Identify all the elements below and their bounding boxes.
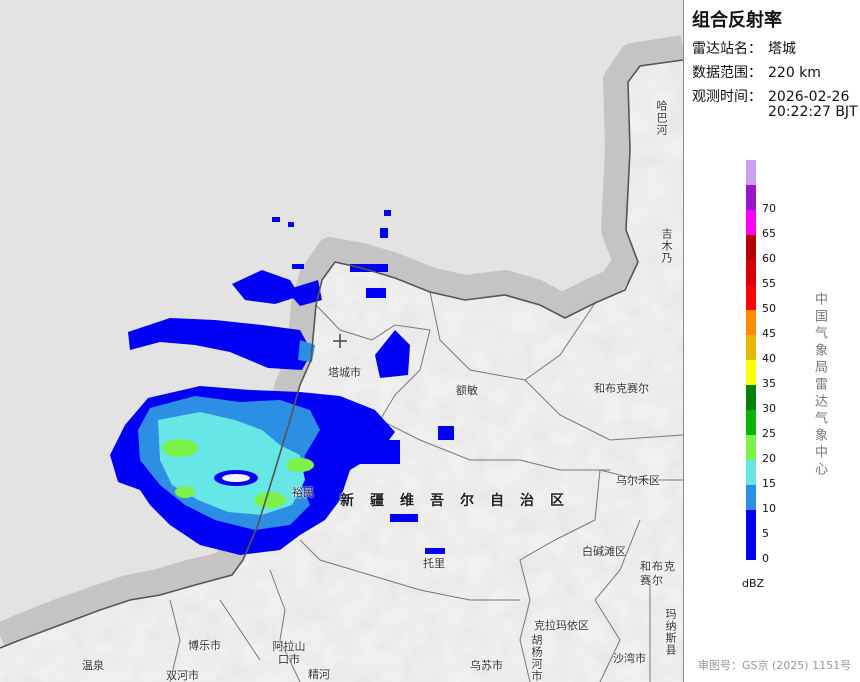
place-emin: 额敏 xyxy=(456,384,478,397)
product-title: 组合反射率 xyxy=(692,10,782,31)
legend-tick-65: 65 xyxy=(762,227,776,240)
legend-swatch-15 xyxy=(746,460,756,485)
map-approval-number: 审图号：GS京 (2025) 1151号 xyxy=(698,659,852,672)
time-clock: 20:22:27 BJT xyxy=(768,104,858,120)
place-bole: 博乐市 xyxy=(188,639,221,652)
place-baijiantan: 白碱滩区 xyxy=(582,545,626,558)
legend-swatch-35 xyxy=(746,360,756,385)
legend-tick-20: 20 xyxy=(762,452,776,465)
legend-tick-35: 35 xyxy=(762,377,776,390)
station-label: 雷达站名： xyxy=(692,41,762,57)
place-yumin: 裕民 xyxy=(292,486,314,499)
legend-tick-30: 30 xyxy=(762,402,776,415)
legend-swatch-70 xyxy=(746,185,756,210)
place-tacheng: 塔城市 xyxy=(328,366,361,379)
station-row: 雷达站名： 塔城 xyxy=(692,38,796,58)
place-wenquan: 温泉 xyxy=(82,659,104,672)
place-jimunai: 吉木乃 xyxy=(660,228,673,264)
legend-tick-60: 60 xyxy=(762,252,776,265)
legend-swatch-65 xyxy=(746,210,756,235)
legend-swatch-50 xyxy=(746,285,756,310)
legend-unit: dBZ xyxy=(742,577,765,590)
legend-tick-50: 50 xyxy=(762,302,776,315)
place-jinghe: 精河 xyxy=(308,668,330,681)
place-tuoli: 托里 xyxy=(423,557,445,570)
legend-swatch-30 xyxy=(746,385,756,410)
legend-swatch-20 xyxy=(746,435,756,460)
legend-swatch-5 xyxy=(746,510,756,535)
agency-label: 中国气象局雷达气象中心 xyxy=(812,292,827,479)
legend-swatch-55 xyxy=(746,260,756,285)
legend-tick-15: 15 xyxy=(762,477,776,490)
place-shuanghe: 双河市 xyxy=(166,669,199,682)
place-hutubi: 胡杨河市 xyxy=(530,634,543,682)
place-alashankou: 阿拉山口市 xyxy=(272,640,306,666)
legend-tick-40: 40 xyxy=(762,352,776,365)
place-manas: 玛纳斯县 xyxy=(664,608,677,656)
place-wuerhe: 乌尔禾区 xyxy=(616,474,660,487)
place-hoboksar: 和布克赛尔 xyxy=(594,382,649,395)
range-row: 数据范围： 220 km xyxy=(692,62,821,82)
legend-swatch-0 xyxy=(746,535,756,560)
place-hoboksar-2: 和布克赛尔 xyxy=(640,560,676,587)
range-value: 220 km xyxy=(768,65,821,81)
legend-tick-55: 55 xyxy=(762,277,776,290)
place-karamay: 克拉玛依区 xyxy=(534,619,589,632)
time-label: 观测时间： xyxy=(692,89,762,105)
legend-swatch-10 xyxy=(746,485,756,510)
place-habahe: 哈巴河 xyxy=(655,100,668,136)
station-value: 塔城 xyxy=(768,41,796,57)
legend-tick-10: 10 xyxy=(762,502,776,515)
place-shawan: 沙湾市 xyxy=(613,652,646,665)
legend-tick-0: 0 xyxy=(762,552,769,565)
radar-map[interactable]: 塔城市 额敏 和布克赛尔 裕民 乌尔禾区 白碱滩区 托里 和布克赛尔 克拉玛依区… xyxy=(0,0,684,682)
map-canvas xyxy=(0,0,683,682)
range-label: 数据范围： xyxy=(692,65,762,81)
legend-swatch-60 xyxy=(746,235,756,260)
legend-swatch-75 xyxy=(746,160,756,185)
region-xinjiang: 新疆维吾尔自治区 xyxy=(340,493,580,509)
legend-swatch-45 xyxy=(746,310,756,335)
legend-tick-70: 70 xyxy=(762,202,776,215)
legend-tick-25: 25 xyxy=(762,427,776,440)
legend-swatch-25 xyxy=(746,410,756,435)
legend-tick-5: 5 xyxy=(762,527,769,540)
time-date: 2026-02-26 xyxy=(768,89,850,105)
legend-tick-45: 45 xyxy=(762,327,776,340)
info-panel: 组合反射率 雷达站名： 塔城 数据范围： 220 km 观测时间： 2026-02-2… xyxy=(684,0,860,682)
place-wusu: 乌苏市 xyxy=(470,659,503,672)
time-row: 观测时间： 2026-02-26 xyxy=(692,86,849,106)
legend-swatch-40 xyxy=(746,335,756,360)
